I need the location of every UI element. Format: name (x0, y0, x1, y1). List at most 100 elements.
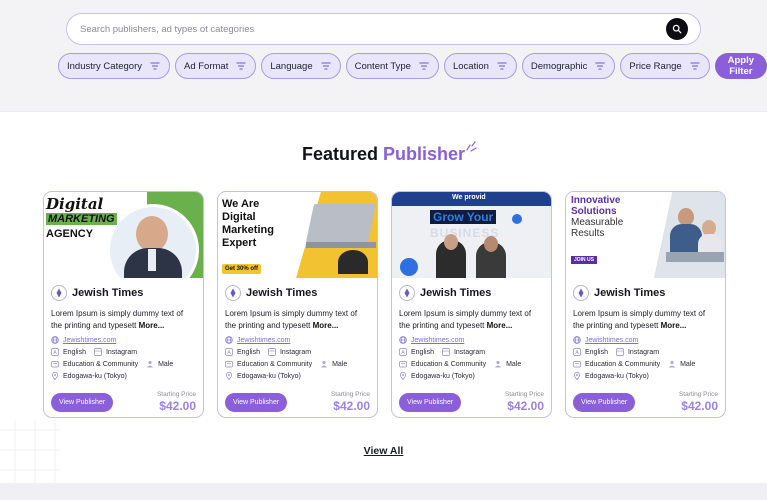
language-icon: A (51, 348, 59, 356)
platform-icon (442, 348, 450, 356)
gender-value: Male (680, 360, 696, 368)
category-icon (573, 361, 581, 368)
person-icon (669, 360, 676, 368)
language-icon: A (225, 348, 233, 356)
category-value: Education & Community (411, 360, 487, 368)
publisher-website-link[interactable]: Jewishtimes.com (399, 336, 544, 344)
location-value: Edogawa-ku (Tokyo) (411, 372, 475, 380)
filter-lines-icon (321, 62, 331, 70)
price-value: $42.00 (507, 399, 544, 413)
filter-label: Content Type (354, 60, 411, 72)
filter-lines-icon (497, 62, 507, 70)
person-icon (495, 360, 502, 368)
language-icon: A (573, 348, 581, 356)
banner-badge: Get 30% off (222, 264, 262, 274)
publisher-description: Lorem Ipsum is simply dummy text of the … (399, 308, 544, 331)
website-text: Jewishtimes.com (237, 336, 291, 344)
search-button[interactable] (666, 18, 688, 40)
banner-headline-2: Digital (222, 211, 256, 223)
footer-band (0, 483, 767, 500)
filter-language[interactable]: Language (261, 53, 341, 79)
publisher-card: We provid Grow Your BUSINESS Jewish Time… (391, 191, 552, 418)
location-pin-icon (573, 372, 581, 380)
filter-label: Price Range (629, 60, 682, 72)
banner-headline-4: Results (571, 228, 605, 239)
banner-headline-2: Grow Your (430, 210, 497, 224)
publisher-website-link[interactable]: Jewishtimes.com (51, 336, 196, 344)
price-block: Starting Price $42.00 (505, 391, 544, 413)
banner-headline-3: AGENCY (46, 228, 94, 240)
price-label: Starting Price (156, 391, 196, 398)
website-text: Jewishtimes.com (63, 336, 117, 344)
publisher-logo (399, 285, 415, 301)
publisher-description: Lorem Ipsum is simply dummy text of the … (51, 308, 196, 331)
price-block: Starting Price $42.00 (679, 391, 718, 413)
view-publisher-button[interactable]: View Publisher (399, 393, 462, 412)
sparkle-icon (466, 141, 477, 152)
location-value: Edogawa-ku (Tokyo) (585, 372, 649, 380)
more-link[interactable]: More... (139, 321, 165, 330)
globe-icon (399, 336, 407, 344)
card-banner-image: We Are Digital Marketing Expert Get 30% … (218, 192, 377, 278)
apply-filter-button[interactable]: Apply Filter (714, 53, 767, 79)
platform-icon (616, 348, 624, 356)
platform-value: Instagram (279, 348, 312, 356)
gender-value: Male (158, 360, 174, 368)
publisher-name: Jewish Times (594, 287, 666, 299)
publisher-name: Jewish Times (246, 287, 318, 299)
filter-content-type[interactable]: Content Type (345, 53, 439, 79)
price-block: Starting Price $42.00 (157, 391, 196, 413)
location-value: Edogawa-ku (Tokyo) (237, 372, 301, 380)
banner-headline-2: MARKETING (46, 213, 117, 225)
publisher-name: Jewish Times (72, 287, 144, 299)
price-value: $42.00 (681, 399, 718, 413)
search-input[interactable] (80, 21, 660, 38)
price-label: Starting Price (504, 391, 544, 398)
view-all-wrapper: View All (0, 441, 767, 459)
more-link[interactable]: More... (487, 321, 513, 330)
filter-industry-category[interactable]: Industry Category (58, 53, 170, 79)
banner-badge: JOIN US (571, 256, 598, 264)
filter-label: Industry Category (67, 60, 142, 72)
filter-demographic[interactable]: Demographic (521, 53, 616, 79)
publisher-logo (225, 285, 241, 301)
location-pin-icon (399, 372, 407, 380)
view-publisher-button[interactable]: View Publisher (225, 393, 288, 412)
banner-headline-1: Digital (46, 195, 104, 213)
platform-value: Instagram (627, 348, 660, 356)
filter-lines-icon (595, 62, 605, 70)
filter-location[interactable]: Location (443, 53, 517, 79)
website-text: Jewishtimes.com (411, 336, 465, 344)
section-title: Featured Publisher (0, 144, 767, 165)
view-all-link[interactable]: View All (364, 445, 404, 457)
grid-pattern-decoration (0, 420, 60, 483)
view-publisher-button[interactable]: View Publisher (51, 393, 114, 412)
filter-label: Ad Format (183, 60, 229, 72)
publisher-card: Innovative Solutions Measurable Results … (565, 191, 726, 418)
language-icon: A (399, 348, 407, 356)
banner-headline-4: Expert (222, 237, 257, 249)
publisher-card: We Are Digital Marketing Expert Get 30% … (217, 191, 378, 418)
banner-headline-3: Marketing (222, 224, 274, 236)
filter-ad-format[interactable]: Ad Format (174, 53, 257, 79)
filter-lines-icon (150, 62, 160, 70)
publisher-website-link[interactable]: Jewishtimes.com (225, 336, 370, 344)
website-text: Jewishtimes.com (585, 336, 639, 344)
more-link[interactable]: More... (661, 321, 687, 330)
svg-text:A: A (401, 350, 405, 356)
filter-label: Location (452, 60, 489, 72)
publisher-website-link[interactable]: Jewishtimes.com (573, 336, 718, 344)
person-icon (321, 360, 328, 368)
globe-icon (51, 336, 59, 344)
category-value: Education & Community (585, 360, 661, 368)
svg-text:A: A (53, 350, 57, 356)
globe-icon (225, 336, 233, 344)
view-publisher-button[interactable]: View Publisher (573, 393, 636, 412)
publisher-description: Lorem Ipsum is simply dummy text of the … (573, 308, 718, 331)
location-value: Edogawa-ku (Tokyo) (63, 372, 127, 380)
filter-price-range[interactable]: Price Range (620, 53, 710, 79)
more-link[interactable]: More... (313, 321, 339, 330)
filter-lines-icon (690, 62, 700, 70)
filter-lines-icon (236, 62, 246, 70)
person-icon (147, 360, 154, 368)
